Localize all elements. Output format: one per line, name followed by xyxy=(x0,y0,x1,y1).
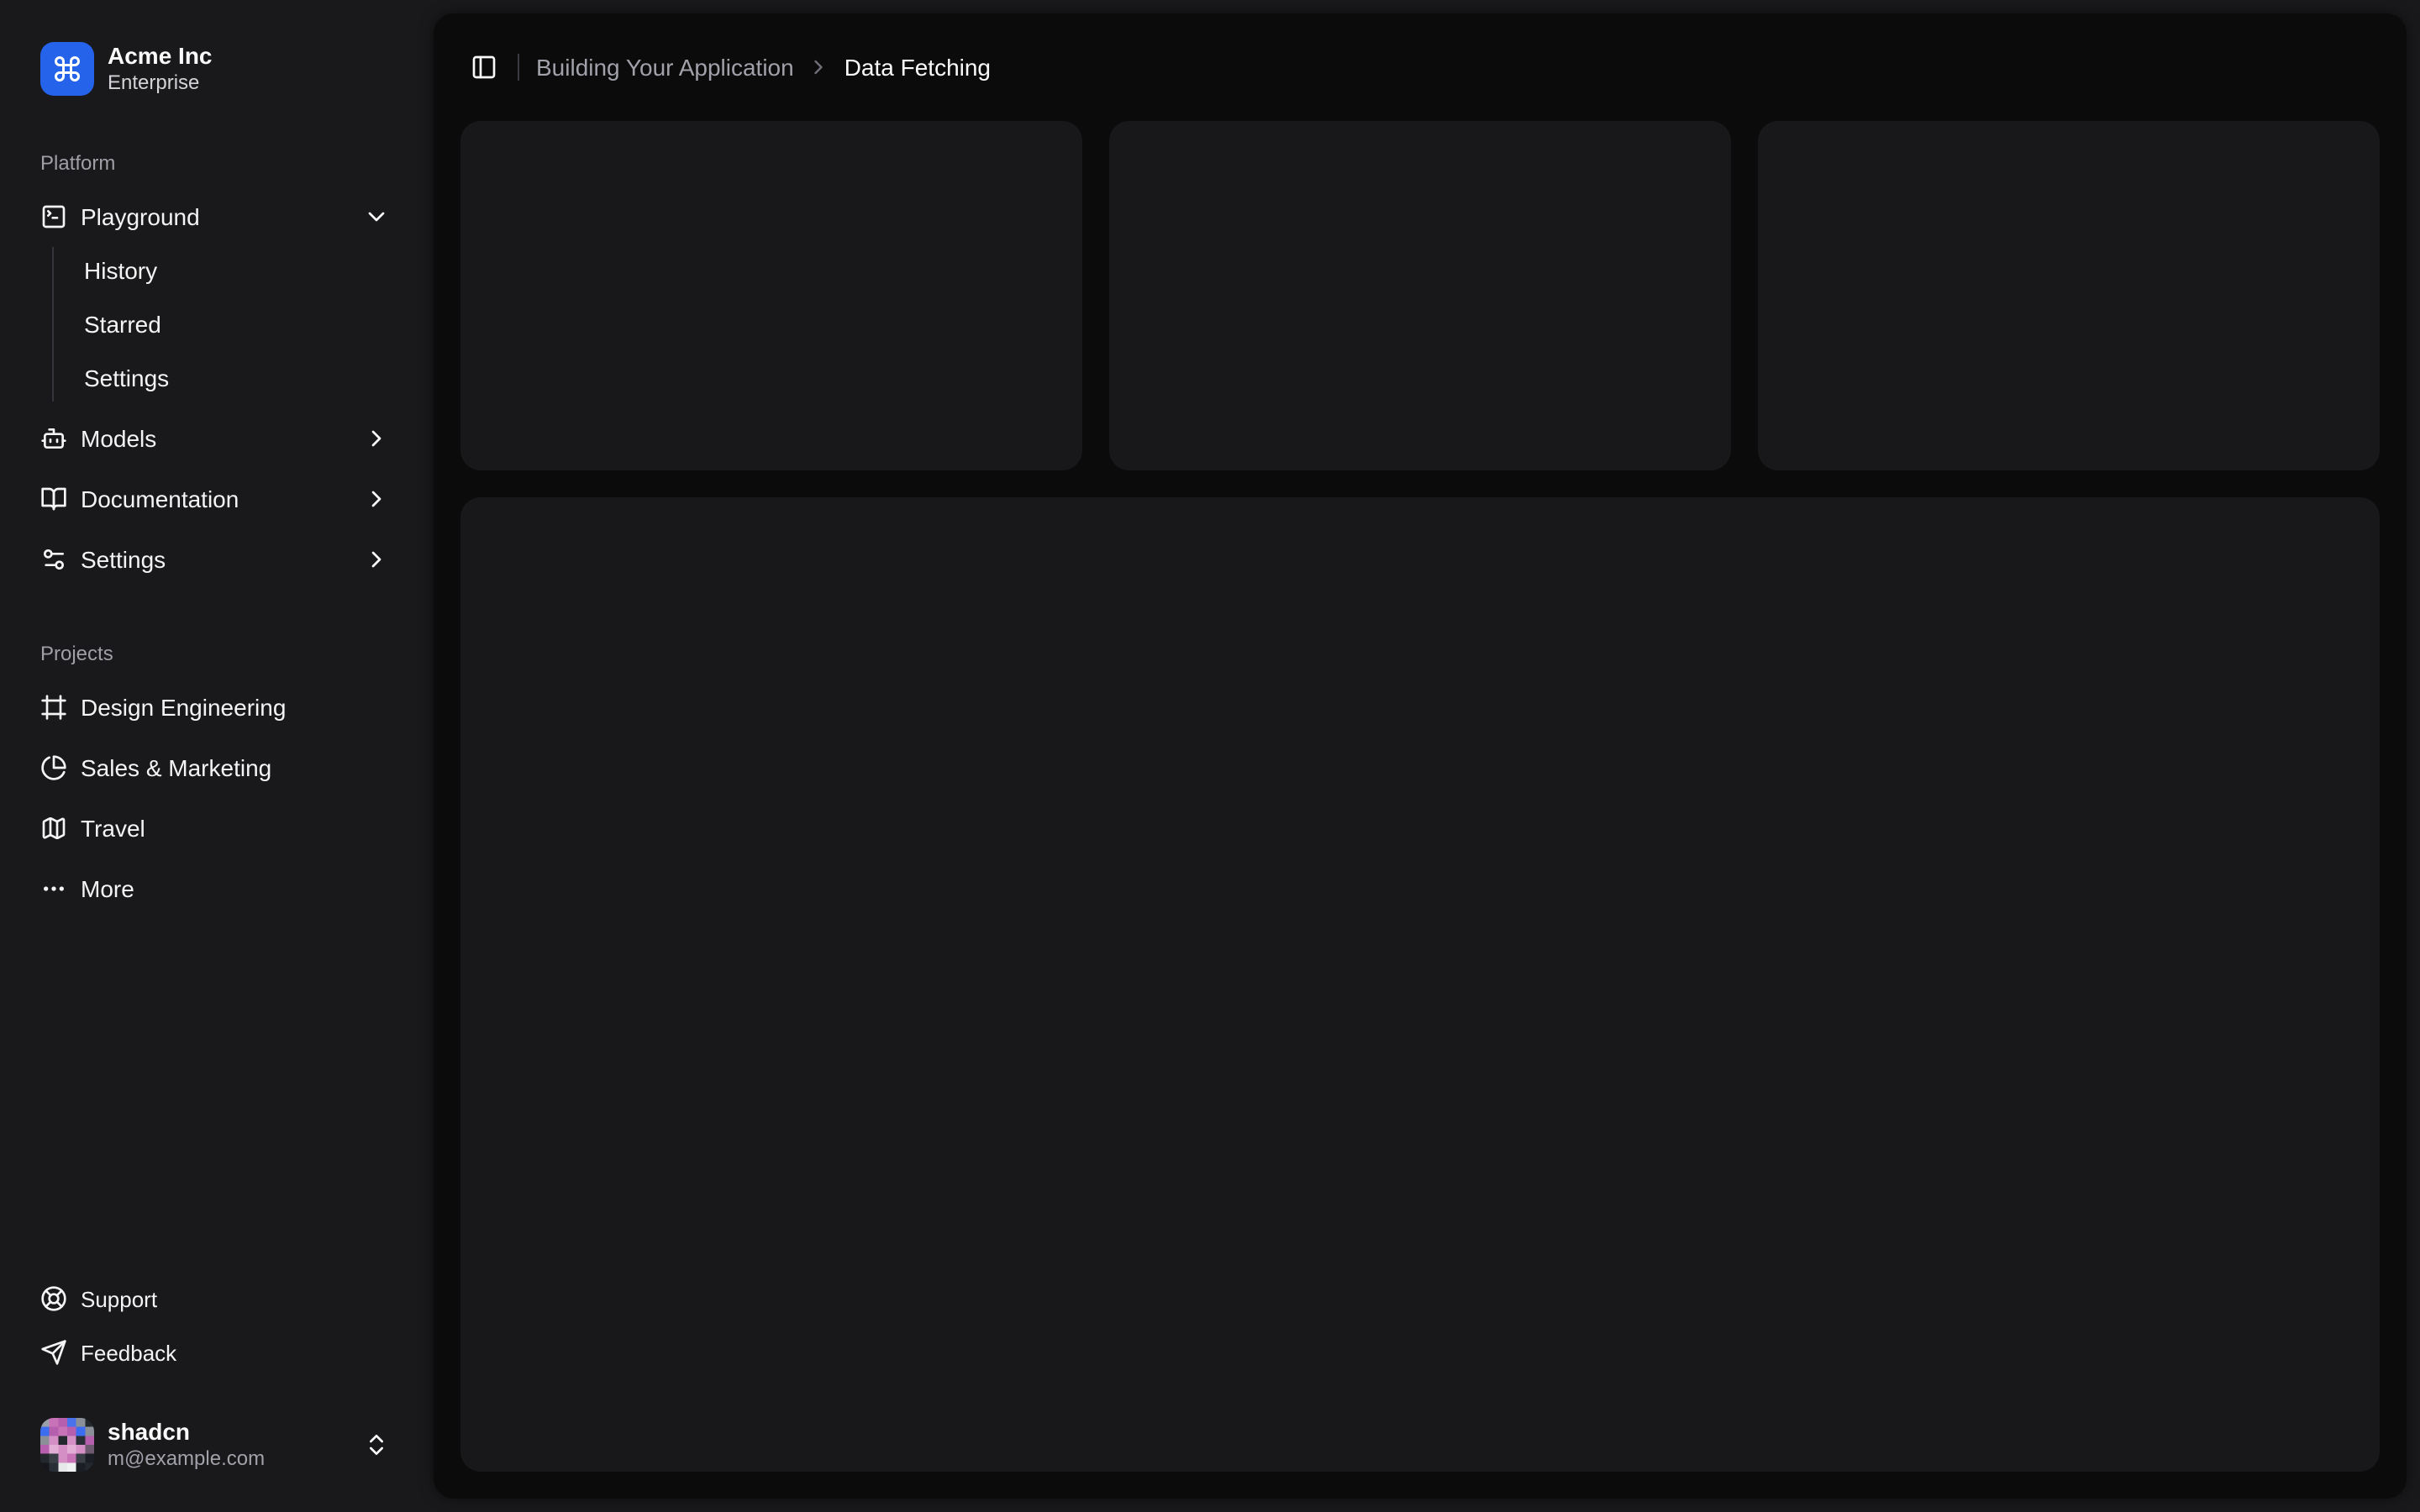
sidebar-item-sales-marketing[interactable]: Sales & Marketing xyxy=(27,741,403,795)
placeholder-card-2 xyxy=(1109,121,1731,470)
chevron-right-icon xyxy=(363,486,390,512)
sidebar-item-documentation[interactable]: Documentation xyxy=(27,472,403,526)
sidebar-subitem-starred[interactable]: Starred xyxy=(71,301,403,348)
sidebar-content: Platform Playground History Starred Sett… xyxy=(13,123,417,1389)
placeholder-cards-row xyxy=(460,121,2380,470)
playground-submenu: History Starred Settings xyxy=(52,247,403,402)
team-plan: Enterprise xyxy=(108,71,213,96)
life-buoy-icon xyxy=(40,1285,67,1312)
user-name: shadcn xyxy=(108,1416,350,1446)
chevron-right-icon xyxy=(363,425,390,452)
chevron-right-icon xyxy=(808,55,831,79)
user-email: m@example.com xyxy=(108,1446,350,1472)
chevrons-up-down-icon xyxy=(363,1431,390,1457)
group-label-projects: Projects xyxy=(27,627,403,680)
main-header: Building Your Application Data Fetching xyxy=(434,13,2407,121)
breadcrumb-current-page: Data Fetching xyxy=(844,54,991,81)
chevron-down-icon xyxy=(363,203,390,230)
sidebar-subitem-history[interactable]: History xyxy=(71,247,403,294)
sidebar-item-design-engineering[interactable]: Design Engineering xyxy=(27,680,403,734)
settings-icon xyxy=(40,546,67,573)
sidebar-footer: shadcn m@example.com xyxy=(13,1389,417,1499)
sidebar-item-feedback[interactable]: Feedback xyxy=(27,1329,403,1376)
team-name: Acme Inc xyxy=(108,40,213,71)
header-separator xyxy=(518,54,519,81)
placeholder-card-3 xyxy=(1758,121,2380,470)
sidebar-item-more[interactable]: More xyxy=(27,862,403,916)
square-terminal-icon xyxy=(40,203,67,230)
frame-icon xyxy=(40,694,67,721)
sidebar-subitem-settings[interactable]: Settings xyxy=(71,354,403,402)
user-info: shadcn m@example.com xyxy=(108,1416,350,1472)
sidebar: Acme Inc Enterprise Platform Playground xyxy=(0,0,430,1512)
sidebar-header: Acme Inc Enterprise xyxy=(13,13,417,123)
nav-group-projects: Projects Design Engineering Sales & Mark… xyxy=(13,627,417,916)
sidebar-item-playground[interactable]: Playground xyxy=(27,190,403,244)
sidebar-item-support[interactable]: Support xyxy=(27,1275,403,1322)
placeholder-card-1 xyxy=(460,121,1082,470)
nav-group-secondary: Support Feedback xyxy=(13,1275,417,1376)
sidebar-toggle-button[interactable] xyxy=(460,44,508,91)
nav-group-platform: Platform Playground History Starred Sett… xyxy=(13,136,417,586)
team-info: Acme Inc Enterprise xyxy=(108,40,213,96)
map-icon xyxy=(40,815,67,842)
team-switcher-button[interactable]: Acme Inc Enterprise xyxy=(27,27,403,109)
ellipsis-icon xyxy=(40,875,67,902)
nav-item-playground-wrap: Playground History Starred Settings xyxy=(27,190,403,405)
placeholder-panel xyxy=(460,497,2380,1472)
chevron-right-icon xyxy=(363,546,390,573)
sidebar-item-settings[interactable]: Settings xyxy=(27,533,403,586)
sidebar-item-travel[interactable]: Travel xyxy=(27,801,403,855)
group-label-platform: Platform xyxy=(27,136,403,190)
book-open-icon xyxy=(40,486,67,512)
command-icon xyxy=(40,41,94,95)
panel-left-icon xyxy=(471,54,497,81)
breadcrumb-parent-link[interactable]: Building Your Application xyxy=(536,54,794,81)
breadcrumb: Building Your Application Data Fetching xyxy=(536,54,991,81)
main-content xyxy=(434,121,2407,1499)
pie-chart-icon xyxy=(40,754,67,781)
app-root: Acme Inc Enterprise Platform Playground xyxy=(0,0,2420,1512)
main-panel: Building Your Application Data Fetching xyxy=(434,13,2407,1499)
send-icon xyxy=(40,1339,67,1366)
user-menu-button[interactable]: shadcn m@example.com xyxy=(27,1403,403,1485)
sidebar-item-models[interactable]: Models xyxy=(27,412,403,465)
user-avatar xyxy=(40,1417,94,1471)
bot-icon xyxy=(40,425,67,452)
